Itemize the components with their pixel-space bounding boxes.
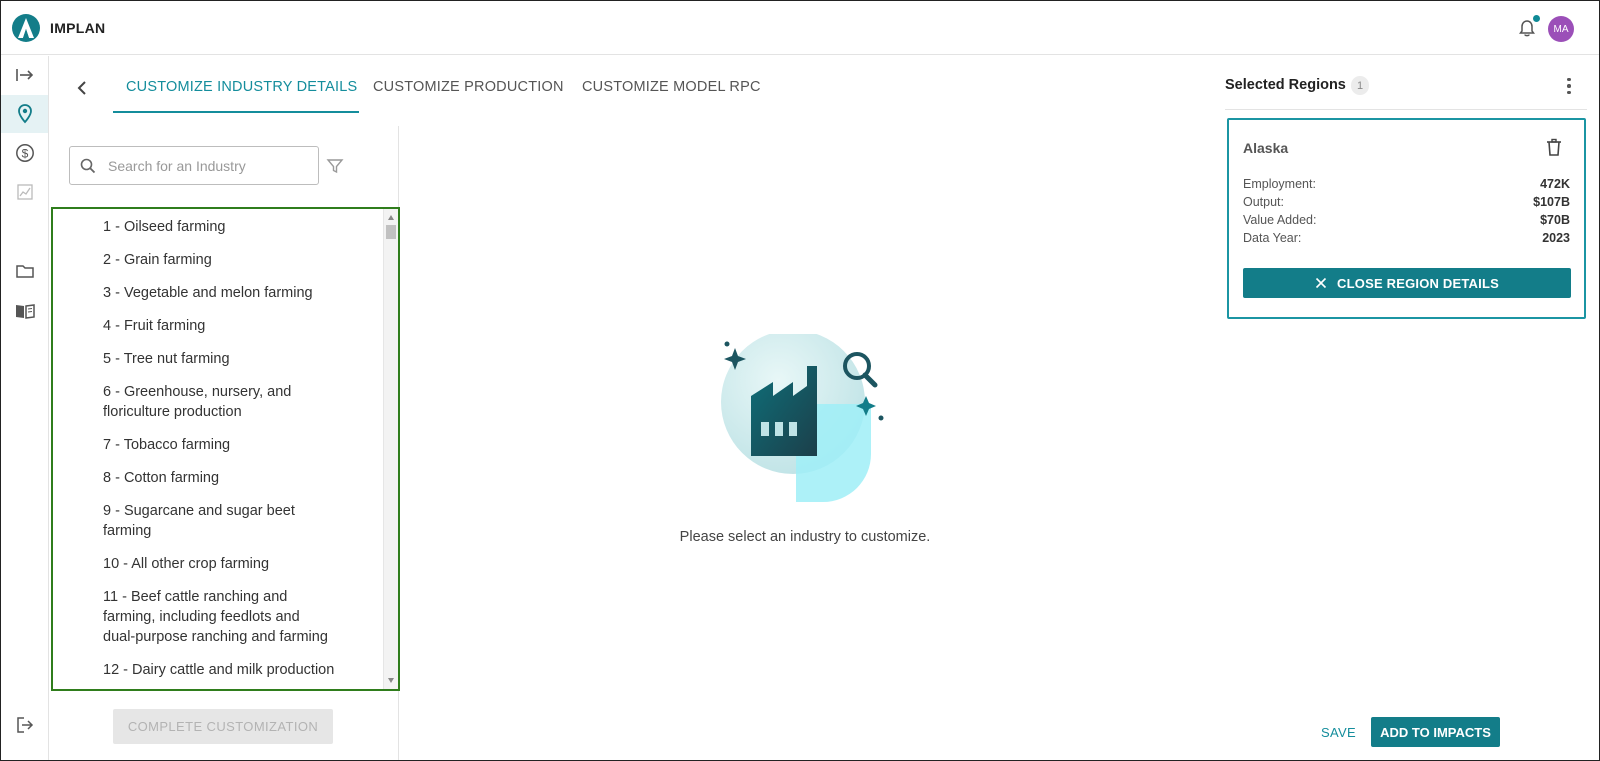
logout-icon bbox=[16, 717, 33, 733]
tab-customize-industry-details[interactable]: CUSTOMIZE INDUSTRY DETAILS bbox=[126, 79, 357, 95]
industry-list-item[interactable]: 10 - All other crop farming bbox=[53, 554, 383, 574]
industry-list-item[interactable]: 5 - Tree nut farming bbox=[53, 349, 383, 369]
search-icon bbox=[80, 158, 96, 173]
stat-label-employment: Employment: bbox=[1243, 177, 1316, 191]
industry-list-item[interactable]: 1 - Oilseed farming bbox=[53, 217, 383, 237]
folder-icon bbox=[15, 265, 34, 278]
top-bar: IMPLAN bbox=[1, 1, 1599, 55]
stat-label-data-year: Data Year: bbox=[1243, 231, 1302, 245]
industry-item-text: 10 - All other crop farming bbox=[103, 556, 270, 572]
industry-item-text: 7 - Tobacco farming bbox=[103, 437, 231, 453]
regions-divider bbox=[1225, 109, 1587, 110]
help-nav-button[interactable] bbox=[1, 292, 48, 330]
complete-customization-button[interactable]: COMPLETE CUSTOMIZATION bbox=[113, 709, 333, 744]
stat-value-data-year: 2023 bbox=[1542, 231, 1570, 245]
left-rail: $ bbox=[1, 56, 49, 760]
logout-nav-button[interactable] bbox=[1, 706, 48, 744]
location-pin-icon bbox=[17, 104, 32, 124]
industry-item-text: 12 - Dairy cattle and milk production bbox=[103, 662, 335, 678]
selected-regions-count-badge: 1 bbox=[1351, 76, 1369, 95]
industry-item-text: farming, including feedlots and bbox=[103, 609, 300, 625]
industry-list-item[interactable]: 4 - Fruit farming bbox=[53, 316, 383, 336]
selected-regions-title: Selected Regions bbox=[1225, 77, 1346, 93]
industry-search-input[interactable] bbox=[108, 157, 298, 174]
industry-list-item[interactable]: 11 - Beef cattle ranching and farming, in… bbox=[53, 587, 383, 647]
industry-item-text: 9 - Sugarcane and sugar beet bbox=[103, 503, 295, 519]
industry-list-scrollbar[interactable] bbox=[383, 209, 398, 689]
notifications-bell-icon[interactable] bbox=[1517, 19, 1537, 39]
stat-value-employment: 472K bbox=[1540, 177, 1570, 191]
close-icon bbox=[1315, 277, 1327, 289]
industry-list-item[interactable]: 12 - Dairy cattle and milk production bbox=[53, 660, 383, 680]
industry-item-text: 2 - Grain farming bbox=[103, 252, 212, 268]
scroll-up-arrow-icon[interactable] bbox=[388, 215, 394, 220]
regions-nav-button[interactable] bbox=[1, 95, 48, 133]
close-region-details-label: CLOSE REGION DETAILS bbox=[1337, 275, 1499, 291]
close-region-details-button[interactable]: CLOSE REGION DETAILS bbox=[1243, 268, 1571, 298]
add-to-impacts-button[interactable]: ADD TO IMPACTS bbox=[1371, 717, 1500, 747]
region-name: Alaska bbox=[1243, 140, 1289, 156]
tab-customize-production[interactable]: CUSTOMIZE PRODUCTION bbox=[373, 79, 564, 95]
industry-list-item[interactable]: 2 - Grain farming bbox=[53, 250, 383, 270]
stat-value-output: $107B bbox=[1533, 195, 1570, 209]
industry-item-text: 5 - Tree nut farming bbox=[103, 351, 230, 367]
impacts-nav-button[interactable]: $ bbox=[1, 134, 48, 172]
scroll-down-arrow-icon[interactable] bbox=[388, 678, 394, 683]
implan-logo-icon[interactable] bbox=[12, 13, 40, 42]
dollar-circle-icon: $ bbox=[15, 144, 34, 162]
factory-illustration-icon bbox=[721, 334, 884, 502]
industry-item-text: floriculture production bbox=[103, 404, 242, 420]
active-tab-indicator bbox=[113, 111, 359, 113]
expand-nav-button[interactable] bbox=[1, 56, 48, 94]
industry-list-item[interactable]: 9 - Sugarcane and sugar beet farming bbox=[53, 501, 383, 541]
tab-customize-model-rpc[interactable]: CUSTOMIZE MODEL RPC bbox=[582, 79, 761, 95]
notification-dot bbox=[1533, 15, 1540, 22]
results-nav-button[interactable] bbox=[1, 173, 48, 211]
expand-arrow-icon bbox=[15, 69, 33, 81]
app-title: IMPLAN bbox=[50, 19, 106, 36]
stat-label-output: Output: bbox=[1243, 195, 1284, 209]
industry-item-text: 11 - Beef cattle ranching and bbox=[103, 589, 288, 605]
industry-item-text: 8 - Cotton farming bbox=[103, 470, 220, 486]
delete-region-icon[interactable] bbox=[1545, 138, 1563, 156]
industry-list-item[interactable]: 6 - Greenhouse, nursery, and floriculture… bbox=[53, 382, 383, 422]
chevron-left-icon bbox=[77, 81, 86, 95]
stat-label-value-added: Value Added: bbox=[1243, 213, 1317, 227]
industry-item-text: 3 - Vegetable and melon farming bbox=[103, 285, 313, 301]
back-button[interactable] bbox=[71, 77, 93, 99]
industry-list-item[interactable]: 7 - Tobacco farming bbox=[53, 435, 383, 455]
industry-search-box[interactable] bbox=[69, 146, 319, 185]
industry-item-text: farming bbox=[103, 523, 152, 539]
save-button[interactable]: SAVE bbox=[1321, 725, 1356, 740]
empty-state-message: Please select an industry to customize. bbox=[679, 529, 931, 545]
stat-value-value-added: $70B bbox=[1540, 213, 1570, 227]
industry-item-text: 4 - Fruit farming bbox=[103, 318, 206, 334]
industry-item-text: dual-purpose ranching and farming bbox=[103, 629, 328, 645]
region-card: Alaska Employment: 472K Output: $107B Va… bbox=[1227, 118, 1586, 319]
book-icon bbox=[15, 304, 35, 319]
svg-text:$: $ bbox=[21, 147, 28, 161]
scroll-thumb[interactable] bbox=[386, 225, 396, 239]
industry-list[interactable]: 1 - Oilseed farming 2 - Grain farming 3 - … bbox=[51, 207, 400, 691]
chart-icon bbox=[16, 184, 33, 200]
app-window: IMPLAN MA $ CUSTOMIZE INDUSTRY DETAILS C… bbox=[0, 0, 1600, 761]
industry-list-item[interactable]: 3 - Vegetable and melon farming bbox=[53, 283, 383, 303]
industry-item-text: 6 - Greenhouse, nursery, and bbox=[103, 384, 292, 400]
user-avatar[interactable]: MA bbox=[1548, 16, 1574, 42]
more-options-icon[interactable] bbox=[1561, 76, 1577, 96]
industry-item-text: 1 - Oilseed farming bbox=[103, 219, 226, 235]
projects-nav-button[interactable] bbox=[1, 252, 48, 290]
filter-icon[interactable] bbox=[325, 156, 345, 176]
industry-list-item[interactable]: 8 - Cotton farming bbox=[53, 468, 383, 488]
